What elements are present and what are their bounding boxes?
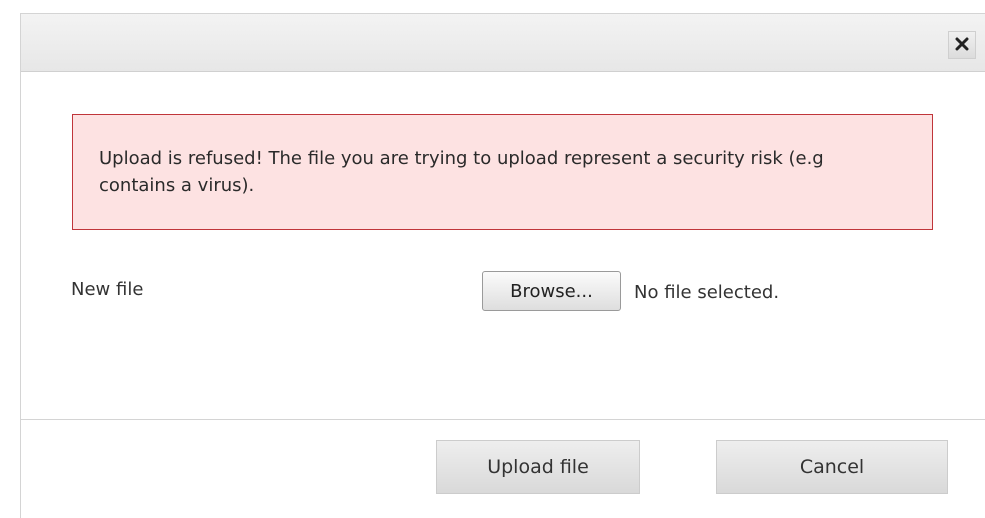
close-x-icon [955,36,969,55]
error-alert: Upload is refused! The file you are tryi… [72,114,933,230]
file-status-text: No file selected. [634,282,780,303]
footer-divider [21,419,985,420]
upload-file-button[interactable]: Upload file [436,440,640,494]
new-file-label: New file [71,279,144,300]
browse-button[interactable]: Browse... [482,271,621,311]
error-message: Upload is refused! The file you are tryi… [99,148,824,196]
close-button[interactable] [948,31,976,59]
upload-dialog: Upload is refused! The file you are tryi… [20,13,985,518]
dialog-titlebar [21,14,985,72]
cancel-button[interactable]: Cancel [716,440,948,494]
